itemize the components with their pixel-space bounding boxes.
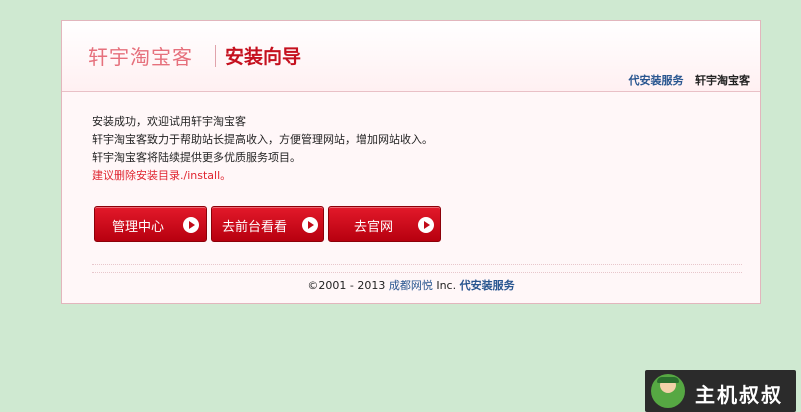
button-label: 管理中心	[112, 220, 165, 235]
company-link[interactable]: 成都网悦	[389, 279, 433, 292]
delete-install-warning: 建议删除安装目录./install。	[92, 169, 232, 182]
watermark-badge: 主机叔叔	[645, 370, 796, 412]
arrow-right-icon	[302, 217, 318, 233]
logo: 轩宇淘宝客	[88, 45, 193, 69]
header: 轩宇淘宝客 安装向导 代安装服务 轩宇淘宝客	[62, 21, 760, 92]
footer-install-service-link[interactable]: 代安装服务	[460, 279, 515, 292]
page-title: 安装向导	[225, 46, 302, 68]
footer: ©2001 - 2013 成都网悦 Inc. 代安装服务	[62, 277, 760, 293]
view-frontend-button[interactable]: 去前台看看	[211, 206, 324, 242]
description-line: 轩宇淘宝客致力于帮助站长提高收入，方便管理网站，增加网站收入。	[92, 133, 433, 146]
arrow-right-icon	[418, 217, 434, 233]
logo-separator	[215, 45, 216, 67]
description-line: 轩宇淘宝客将陆续提供更多优质服务项目。	[92, 151, 301, 164]
button-label: 去官网	[354, 220, 394, 235]
button-label: 去前台看看	[222, 220, 288, 235]
admin-center-button[interactable]: 管理中心	[94, 206, 207, 242]
top-links: 代安装服务 轩宇淘宝客	[629, 72, 751, 88]
watermark-text: 主机叔叔	[695, 383, 783, 407]
install-panel: 轩宇淘宝客 安装向导 代安装服务 轩宇淘宝客 安装成功，欢迎试用轩宇淘宝客 轩宇…	[61, 20, 761, 304]
arrow-right-icon	[183, 217, 199, 233]
install-service-link[interactable]: 代安装服务	[629, 74, 684, 87]
inc-text: Inc.	[436, 279, 457, 292]
message-content: 安装成功，欢迎试用轩宇淘宝客 轩宇淘宝客致力于帮助站长提高收入，方便管理网站，增…	[92, 113, 433, 185]
copyright-text: ©2001 - 2013	[307, 279, 386, 292]
success-message: 安装成功，欢迎试用轩宇淘宝客	[92, 115, 246, 128]
mascot-avatar-icon	[651, 374, 685, 408]
dotted-divider	[92, 264, 742, 273]
site-name-label: 轩宇淘宝客	[695, 74, 750, 87]
official-site-button[interactable]: 去官网	[328, 206, 441, 242]
